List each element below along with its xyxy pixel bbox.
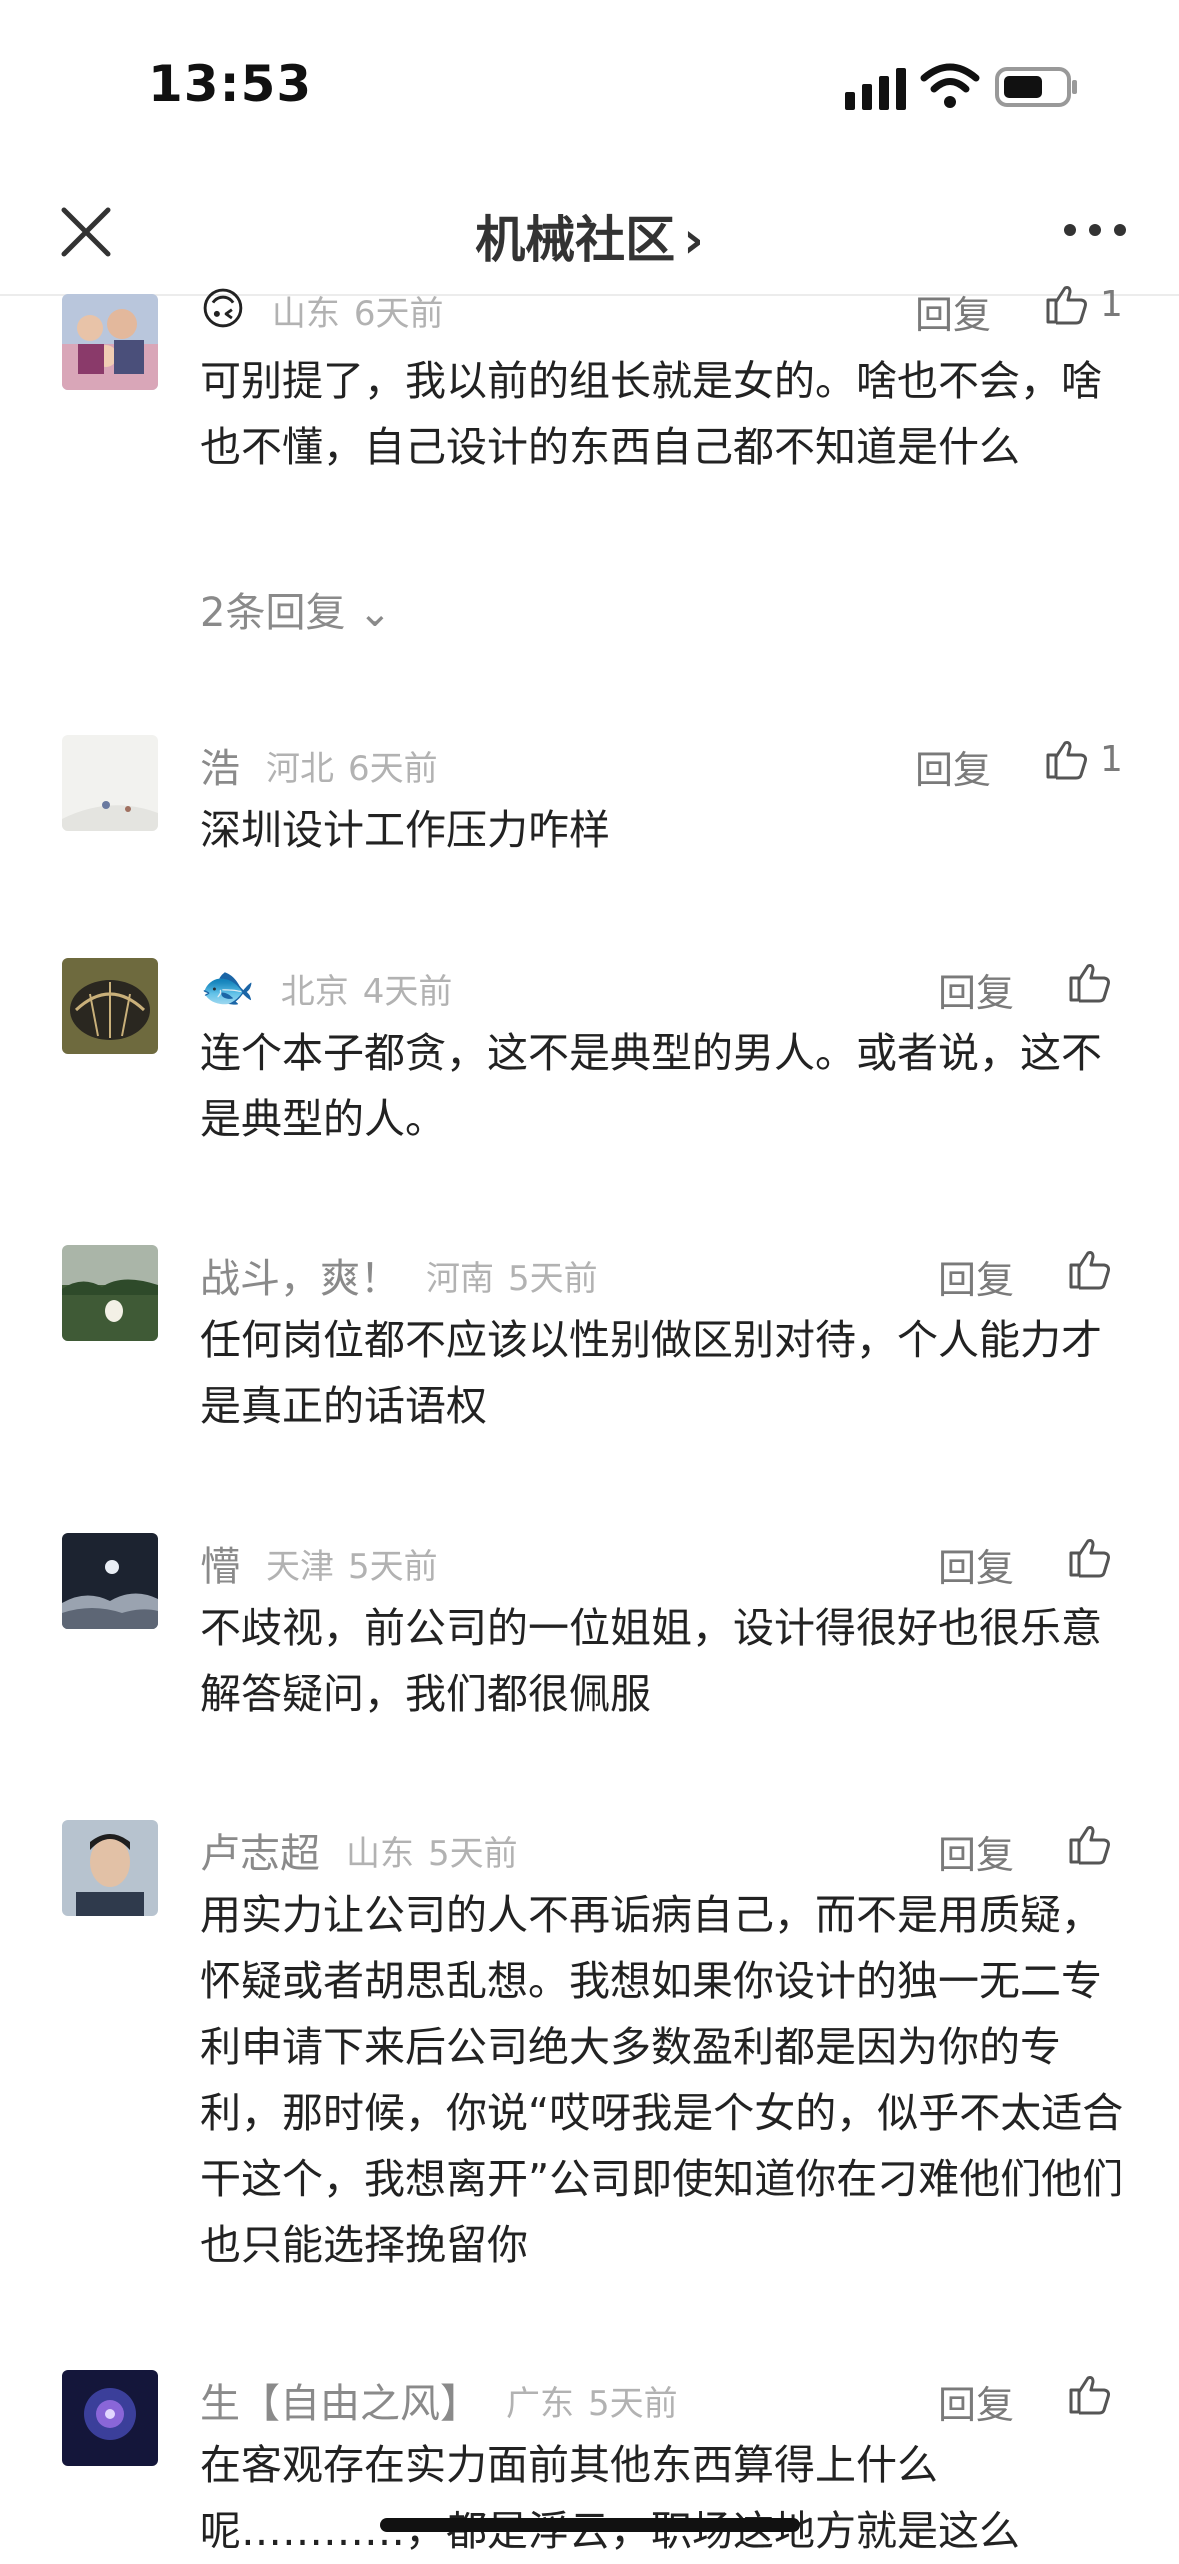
comment-location: 广东 (506, 2383, 574, 2424)
avatar[interactable] (62, 2370, 158, 2466)
reply-button[interactable]: 回复 (915, 284, 991, 339)
reply-button[interactable]: 回复 (938, 1537, 1014, 1592)
thumbs-up-icon[interactable] (1065, 1533, 1113, 1581)
reply-button[interactable]: 回复 (915, 739, 991, 794)
thumbs-up-icon[interactable] (1065, 958, 1113, 1006)
comment-text: 可别提了，我以前的组长就是女的。啥也不会，啥也不懂，自己设计的东西自己都不知道是… (200, 357, 1102, 471)
comment-username[interactable]: 浩 (200, 736, 240, 794)
comment-username[interactable]: 生【自由之风】 (200, 2371, 480, 2429)
reply-button[interactable]: 回复 (938, 1249, 1014, 1304)
wifi-icon (920, 63, 980, 108)
status-bar: 13:53 (0, 0, 1179, 170)
comment-meta: 🙃 山东 6天前 (200, 280, 444, 340)
reply-button[interactable]: 回复 (938, 962, 1014, 1017)
nav-bar: 机械社区 › (0, 170, 1179, 296)
cellular-signal-icon (845, 68, 906, 110)
avatar[interactable] (62, 1245, 158, 1341)
like-count: 1 (1100, 739, 1123, 780)
comment-text: 深圳设计工作压力咋样 (200, 806, 610, 854)
thumbs-up-icon[interactable] (1065, 1245, 1113, 1293)
comment-time: 5天前 (508, 1258, 598, 1299)
comment-location: 北京 (280, 971, 349, 1012)
comment-text: 用实力让公司的人不再诟病自己，而不是用质疑，怀疑或者胡思乱想。我想如果你设计的独… (200, 1891, 1124, 2269)
like-count: 1 (1100, 284, 1123, 325)
battery-icon (995, 67, 1077, 107)
comment-meta: 浩 河北 6天前 (200, 735, 438, 795)
comment-meta: 生【自由之风】 广东 5天前 (200, 2370, 678, 2430)
comment-location: 山东 (346, 1833, 414, 1874)
reply-button[interactable]: 回复 (938, 2374, 1014, 2429)
view-replies-button[interactable]: 2条回复 ⌄ (200, 580, 392, 638)
chevron-right-icon: › (683, 211, 704, 269)
comment-time: 4天前 (362, 971, 453, 1012)
comment-location: 河北 (266, 748, 334, 789)
comment-location: 山东 (271, 293, 340, 334)
comment-location: 河南 (426, 1258, 494, 1299)
thumbs-up-icon[interactable] (1065, 1820, 1113, 1868)
comment-meta: 🐟 北京 4天前 (200, 958, 452, 1018)
reply-button[interactable]: 回复 (938, 1824, 1014, 1879)
avatar[interactable] (62, 294, 158, 390)
comment-username[interactable]: 战斗，爽！ (200, 1246, 400, 1304)
status-time: 13:53 (148, 55, 313, 113)
page-title: 机械社区 (475, 211, 676, 269)
comment-location: 天津 (266, 1546, 334, 1587)
more-options-icon[interactable] (1060, 210, 1130, 250)
avatar[interactable] (62, 958, 158, 1054)
comment-time: 6天前 (353, 293, 444, 334)
comment-meta: 卢志超 山东 5天前 (200, 1820, 518, 1880)
user-emoji-avatar: 🐟 (200, 962, 255, 1013)
replies-count-label: 2条回复 (200, 590, 346, 636)
comment-time: 5天前 (588, 2383, 678, 2424)
comment-time: 6天前 (348, 748, 438, 789)
comment-text: 连个本子都贪，这不是典型的男人。或者说，这不是典型的人。 (200, 1029, 1102, 1143)
comment-meta: 战斗，爽！ 河南 5天前 (200, 1245, 598, 1305)
thumbs-up-icon[interactable] (1042, 280, 1090, 328)
comment-username[interactable]: 懵 (200, 1534, 240, 1592)
comment-username[interactable]: 卢志超 (200, 1821, 320, 1879)
comment-text: 不歧视，前公司的一位姐姐，设计得很好也很乐意解答疑问，我们都很佩服 (200, 1604, 1102, 1718)
thumbs-up-icon[interactable] (1042, 735, 1090, 783)
chevron-down-icon: ⌄ (358, 590, 392, 636)
avatar[interactable] (62, 1820, 158, 1916)
user-emoji-avatar: 🙃 (200, 284, 246, 335)
comment-meta: 懵 天津 5天前 (200, 1533, 438, 1593)
community-title-link[interactable]: 机械社区 › (0, 200, 1179, 272)
thumbs-up-icon[interactable] (1065, 2370, 1113, 2418)
comment-text: 在客观存在实力面前其他东西算得上什么呢…………，都是浮云，职场这地方就是这么 (200, 2441, 1020, 2555)
home-indicator[interactable] (380, 2518, 800, 2532)
comment-text: 任何岗位都不应该以性别做区别对待，个人能力才是真正的话语权 (200, 1316, 1102, 1430)
avatar[interactable] (62, 1533, 158, 1629)
comment-time: 5天前 (428, 1833, 518, 1874)
comment-time: 5天前 (348, 1546, 438, 1587)
avatar[interactable] (62, 735, 158, 831)
